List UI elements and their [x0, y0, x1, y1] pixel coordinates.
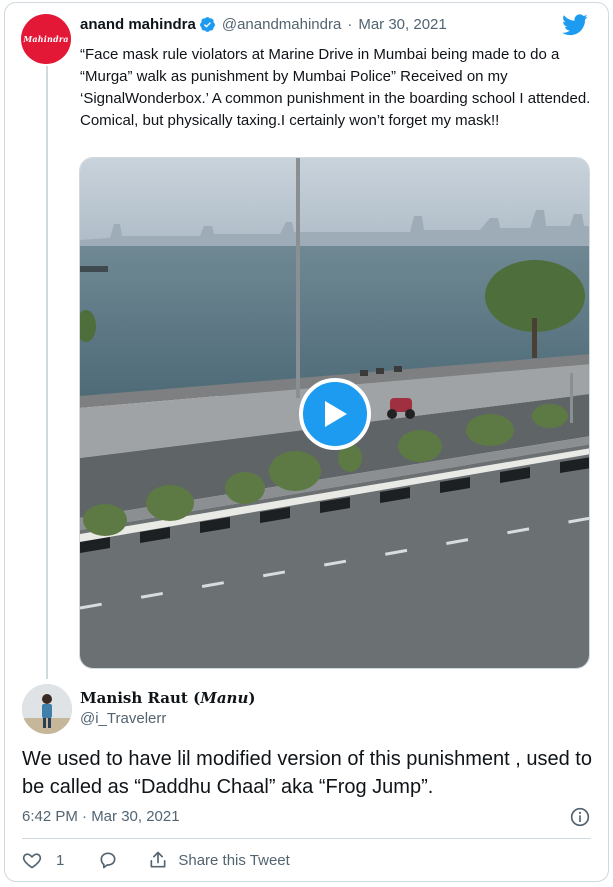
reply-author-avatar[interactable] — [22, 684, 72, 734]
avatar-logo-text: Mahindra — [23, 34, 69, 44]
play-button[interactable] — [299, 378, 371, 450]
reply-author-nickname: Manu — [200, 689, 249, 707]
reply-close-paren: ) — [248, 689, 256, 707]
reply-bubble-icon[interactable] — [98, 850, 118, 870]
author-handle[interactable]: @anandmahindra — [222, 16, 341, 33]
reply-timestamp[interactable]: 6:42 PM · Mar 30, 2021 — [22, 808, 180, 825]
tweet-header: anand mahindra @anandmahindra · Mar 30, … — [80, 16, 447, 33]
person-photo-icon — [22, 684, 72, 734]
author-avatar[interactable]: Mahindra — [21, 14, 71, 64]
verified-badge-icon — [199, 17, 215, 32]
info-icon[interactable] — [570, 807, 590, 827]
play-icon — [325, 401, 347, 427]
tweet-body-text: “Face mask rule violators at Marine Driv… — [80, 46, 591, 129]
reply-author-name[interactable]: Manish Raut (Manu) — [80, 689, 255, 707]
reply-author-handle[interactable]: @i_Travelerr — [80, 710, 166, 727]
header-separator: · — [347, 16, 353, 33]
tweet-actions-bar: 1 Share this Tweet — [22, 850, 290, 870]
thread-connector-line — [46, 66, 48, 679]
actions-divider — [22, 838, 591, 839]
share-icon[interactable] — [148, 850, 168, 870]
author-name[interactable]: anand mahindra — [80, 16, 196, 33]
heart-icon[interactable] — [22, 850, 42, 870]
share-tweet-button[interactable]: Share this Tweet — [178, 852, 289, 869]
like-count: 1 — [56, 851, 65, 869]
video-thumbnail[interactable] — [79, 157, 590, 669]
tweet-date[interactable]: Mar 30, 2021 — [358, 16, 446, 33]
twitter-bird-icon[interactable] — [562, 14, 588, 36]
reply-author-display-name: Manish Raut — [80, 689, 188, 707]
reply-body-text: We used to have lil modified version of … — [22, 748, 592, 798]
